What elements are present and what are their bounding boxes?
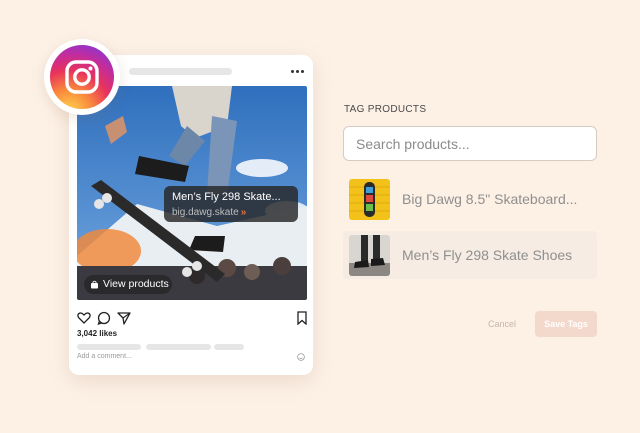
comment-icon[interactable]: [97, 311, 111, 325]
shopping-bag-icon: [91, 280, 98, 289]
panel-title: TAG PRODUCTS: [344, 104, 427, 115]
camera-glyph-icon: [65, 60, 99, 94]
heart-icon[interactable]: [77, 311, 91, 325]
tag-store-link: big.dawg.skate»: [172, 206, 290, 219]
product-result-label: Big Dawg 8.5" Skateboard...: [402, 191, 578, 207]
tag-product-name: Men’s Fly 298 Skate...: [172, 191, 281, 203]
view-products-button[interactable]: View products: [84, 275, 172, 294]
save-tags-button[interactable]: Save Tags: [535, 311, 597, 337]
canvas: 3,042 likes Add a comment... Men’s Fly 2…: [0, 0, 640, 433]
skateboard-deck-thumbnail: [349, 179, 390, 220]
likes-count: 3,042 likes: [77, 329, 118, 338]
post-actions: [77, 311, 307, 327]
tag-store-name: big.dawg.skate: [172, 207, 239, 218]
instagram-gradient: [50, 45, 114, 109]
emoji-icon[interactable]: [297, 353, 305, 361]
caption-placeholder: [77, 344, 141, 350]
search-products-input[interactable]: [343, 126, 597, 161]
product-result-label: Men’s Fly 298 Skate Shoes: [402, 247, 573, 263]
instagram-logo-icon: [44, 39, 120, 115]
view-products-label: View products: [103, 278, 169, 290]
cancel-button[interactable]: Cancel: [482, 313, 522, 335]
more-options-icon[interactable]: [290, 66, 304, 76]
product-result-item-selected[interactable]: Men’s Fly 298 Skate Shoes: [343, 231, 597, 279]
add-comment-input[interactable]: Add a comment...: [77, 353, 132, 360]
product-tag-bubble[interactable]: Men’s Fly 298 Skate... big.dawg.skate»: [164, 186, 298, 222]
chevrons-right-icon: »: [240, 207, 247, 218]
bookmark-icon[interactable]: [295, 311, 309, 325]
product-result-item[interactable]: Big Dawg 8.5" Skateboard...: [343, 175, 597, 223]
caption-placeholder: [146, 344, 211, 350]
location-placeholder: [164, 68, 232, 75]
caption-placeholder: [214, 344, 244, 350]
skate-shoes-thumbnail: [349, 235, 390, 276]
share-icon[interactable]: [117, 311, 131, 325]
